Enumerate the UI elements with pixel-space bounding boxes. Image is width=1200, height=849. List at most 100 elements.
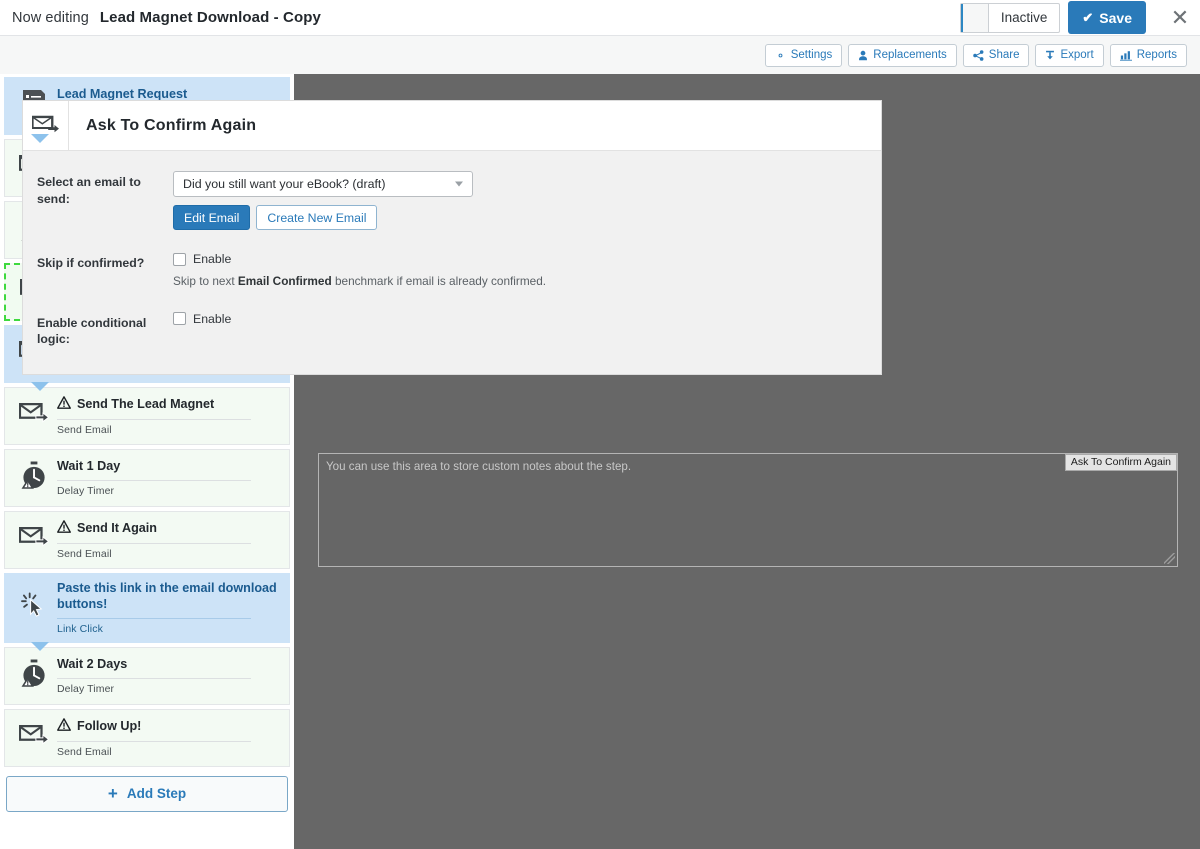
step-title: Send The Lead Magnet: [57, 396, 277, 414]
export-button-label: Export: [1060, 49, 1094, 61]
step-title-text: Send The Lead Magnet: [77, 397, 215, 412]
step-item[interactable]: Wait 1 Day Delay Timer: [4, 449, 290, 507]
delay-timer-icon: [21, 659, 48, 693]
step-title: Follow Up!: [57, 717, 277, 736]
step-icon: [11, 461, 57, 495]
step-icon: [11, 592, 57, 624]
email-select[interactable]: Did you still want your eBook? (draft): [173, 171, 473, 197]
step-title: Paste this link in the email download bu…: [57, 581, 277, 613]
skip-if-confirmed-control: Enable Skip to next Email Confirmed benc…: [173, 252, 867, 290]
share-button-label: Share: [988, 49, 1020, 61]
step-title: Wait 2 Days: [57, 657, 277, 673]
skip-if-confirmed-checkbox[interactable]: [173, 252, 186, 266]
active-status-toggle[interactable]: Inactive: [959, 2, 1061, 33]
send-email-icon: [23, 100, 69, 151]
conditional-logic-label: Enable conditional logic:: [37, 315, 147, 347]
step-item[interactable]: Follow Up! Send Email: [4, 708, 290, 767]
step-notes-area: You can use this area to store custom no…: [318, 453, 1178, 567]
top-bar-actions: Inactive ✔ Save ✕: [959, 0, 1200, 36]
step-item[interactable]: Wait 2 Days Delay Timer: [4, 646, 290, 705]
skip-if-confirmed-check-line: Enable: [173, 252, 867, 266]
skip-if-confirmed-checkbox-label: Enable: [193, 252, 232, 266]
step-title-text: Follow Up!: [77, 718, 142, 733]
top-bar: Now editing Lead Magnet Download - Copy …: [0, 0, 1200, 36]
step-title-text: Wait 2 Days: [57, 656, 128, 671]
email-action-buttons: Edit Email Create New Email: [173, 205, 867, 230]
add-step-button[interactable]: + Add Step: [6, 775, 288, 812]
help-bold: Email Confirmed: [237, 274, 332, 288]
close-icon[interactable]: ✕: [1160, 0, 1200, 36]
share-button[interactable]: Share: [962, 43, 1030, 67]
step-icon: [11, 526, 57, 554]
step-subtitle: Delay Timer: [57, 682, 115, 695]
export-button[interactable]: Export: [1035, 43, 1104, 67]
gear-icon: [775, 50, 786, 61]
step-connector-arrow: [31, 134, 49, 143]
conditional-logic-check-line: Enable: [173, 312, 867, 326]
step-item[interactable]: Send The Lead Magnet Send Email: [4, 387, 290, 445]
step-icon: [11, 402, 57, 430]
step-name-badge: Ask To Confirm Again: [1064, 454, 1177, 471]
send-email-icon: [18, 526, 50, 554]
step-connector-arrow: [31, 382, 49, 391]
status-label: Inactive: [1000, 10, 1048, 25]
conditional-logic-checkbox-label: Enable: [193, 311, 232, 326]
create-new-email-button[interactable]: Create New Email: [256, 205, 378, 230]
step-subtitle: Send Email: [57, 547, 112, 560]
send-email-icon: [18, 402, 50, 430]
chevron-down-icon: [455, 181, 463, 187]
warning-icon: [57, 396, 71, 414]
step-subtitle: Send Email: [57, 745, 112, 758]
step-divider: [57, 677, 251, 679]
conditional-logic-row: Enable conditional logic: Enable: [23, 312, 881, 348]
resize-handle-icon[interactable]: [1164, 553, 1175, 564]
save-button[interactable]: ✔ Save: [1068, 1, 1146, 34]
skip-if-confirmed-label: Skip if confirmed?: [37, 256, 145, 270]
check-icon: ✔: [1082, 9, 1094, 25]
add-step-label: Add Step: [126, 786, 187, 802]
skip-if-confirmed-help: Skip to next Email Confirmed benchmark i…: [173, 273, 867, 290]
step-body: Send It Again Send Email: [57, 520, 281, 560]
step-divider: [57, 740, 251, 742]
step-icon: [11, 724, 57, 752]
warning-icon: [57, 717, 71, 736]
step-item[interactable]: Send It Again Send Email: [4, 511, 290, 569]
send-email-icon: [18, 724, 50, 752]
skip-if-confirmed-row: Skip if confirmed? Enable Skip to next E…: [23, 252, 881, 290]
conditional-logic-control: Enable: [173, 312, 867, 348]
step-body: Wait 1 Day Delay Timer: [57, 459, 281, 497]
step-connector-arrow: [31, 641, 49, 651]
warning-icon: [57, 520, 71, 538]
step-subtitle: Delay Timer: [57, 484, 115, 497]
settings-button[interactable]: Settings: [764, 43, 843, 67]
step-settings-panel: Ask To Confirm Again Select an email to …: [22, 100, 882, 375]
reports-button[interactable]: Reports: [1109, 43, 1187, 67]
download-icon: [1045, 50, 1055, 61]
step-item[interactable]: Paste this link in the email download bu…: [4, 573, 290, 651]
toolbar-button-group: Settings Replacements Share Export Repor…: [764, 43, 1200, 67]
step-title-text: Send It Again: [77, 521, 157, 536]
edit-email-button[interactable]: Edit Email: [173, 205, 251, 230]
toolbar: Settings Replacements Share Export Repor…: [0, 36, 1200, 74]
save-button-label: Save: [1099, 9, 1132, 26]
step-notes-textarea[interactable]: You can use this area to store custom no…: [318, 453, 1178, 567]
replacements-button[interactable]: Replacements: [848, 43, 957, 67]
conditional-logic-checkbox[interactable]: [173, 312, 186, 326]
now-editing-label: Now editing: [12, 9, 89, 26]
step-settings-form: Select an email to send: Did you still w…: [23, 151, 881, 374]
chart-icon: [1119, 50, 1132, 61]
link-click-icon: [20, 592, 48, 624]
step-title-text: Paste this link in the email download bu…: [57, 581, 277, 611]
share-icon: [973, 49, 984, 61]
step-body: Paste this link in the email download bu…: [57, 581, 281, 635]
email-select-label: Select an email to send:: [37, 175, 141, 206]
step-divider: [57, 479, 251, 481]
toggle-knob[interactable]: [960, 3, 989, 32]
step-notes-placeholder: You can use this area to store custom no…: [326, 460, 632, 473]
settings-button-label: Settings: [790, 49, 833, 61]
email-select-row: Select an email to send: Did you still w…: [23, 171, 881, 230]
email-select-value: Did you still want your eBook? (draft): [183, 177, 386, 191]
help-suffix: benchmark if email is already confirmed.: [331, 274, 547, 288]
delay-timer-icon: [21, 461, 48, 495]
step-body: Wait 2 Days Delay Timer: [57, 657, 281, 695]
